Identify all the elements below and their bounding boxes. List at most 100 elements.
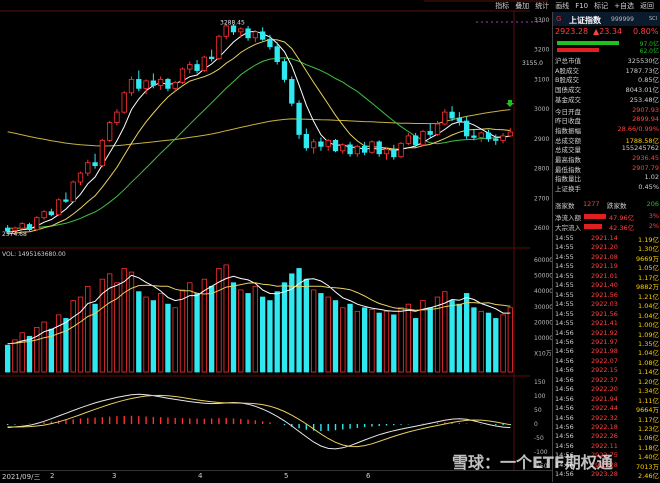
tick-time: 14:55 bbox=[555, 234, 574, 242]
price-axis-marker: 3155.0 bbox=[522, 60, 543, 67]
price-axis-label: 3000 bbox=[534, 106, 549, 113]
tick-time: 14:55 bbox=[555, 309, 574, 318]
volume-bar bbox=[114, 282, 120, 373]
toolbar-item-1[interactable]: 叠加 bbox=[515, 1, 529, 11]
volume-bar bbox=[143, 296, 149, 373]
toolbar-item-0[interactable]: 指标 bbox=[495, 1, 509, 11]
price-axis-label: 2700 bbox=[534, 195, 549, 202]
stat-label: 最高指数 bbox=[555, 156, 581, 164]
candle-body bbox=[303, 134, 310, 149]
tick-time: 14:55 bbox=[555, 252, 574, 261]
volume-bar bbox=[77, 296, 84, 373]
volume-bar bbox=[267, 300, 273, 373]
tick-row: 14:56 2921.94 1.11亿 bbox=[553, 394, 660, 405]
tick-row: 14:55 2921.20 1.30亿 bbox=[553, 243, 660, 253]
volume-bar bbox=[216, 268, 222, 373]
candle-body bbox=[318, 141, 324, 147]
candle-body bbox=[121, 92, 127, 113]
tick-row: 14:55 2921.14 1.19亿 bbox=[553, 234, 660, 244]
tick-price: 2922.37 bbox=[591, 375, 618, 384]
stat-value: 155245762 bbox=[621, 144, 659, 153]
candle-body bbox=[179, 68, 186, 83]
candle-body bbox=[208, 56, 215, 60]
tick-price: 2921.41 bbox=[591, 319, 618, 328]
tick-row: 14:56 2921.97 1.35亿 bbox=[553, 338, 660, 348]
volume-axis-label: 60000 bbox=[534, 257, 553, 264]
volume-bar bbox=[172, 307, 178, 373]
tick-row: 14:56 2922.20 1.34亿 bbox=[553, 385, 660, 395]
stat-row: 国债成交 8043.01亿 bbox=[553, 84, 660, 94]
volume-axis-label: 20000 bbox=[534, 319, 553, 326]
stat-row: 基金成交 253.48亿 bbox=[553, 94, 660, 104]
flow-pct: 2% bbox=[648, 222, 659, 230]
candle-body bbox=[150, 80, 157, 86]
stat-label: 总成交量 bbox=[555, 146, 581, 155]
volume-bar bbox=[259, 296, 266, 373]
tick-time: 14:56 bbox=[555, 394, 574, 403]
toolbar-item-2[interactable]: 统计 bbox=[535, 1, 549, 11]
candle-body bbox=[332, 139, 339, 152]
toolbar-item-4[interactable]: F10 bbox=[575, 2, 588, 10]
tick-row: 14:55 2921.01 1.17亿 bbox=[553, 272, 660, 282]
stat-label: 总成交额 bbox=[555, 136, 581, 145]
stat-label: A股成交 bbox=[555, 66, 579, 75]
candle-body bbox=[274, 46, 280, 62]
tick-price: 2921.98 bbox=[591, 347, 618, 356]
volume-bar bbox=[493, 318, 499, 373]
volume-bar bbox=[165, 303, 171, 373]
stat-row: 最高指数 2936.45 bbox=[553, 154, 660, 164]
tick-time: 14:55 bbox=[555, 300, 574, 309]
candle-body bbox=[106, 122, 113, 141]
tick-row: 14:55 2921.19 1.05亿 bbox=[553, 262, 660, 272]
flow-bar-2-value: 62.0亿 bbox=[639, 48, 659, 55]
tick-time: 14:56 bbox=[555, 328, 574, 337]
toolbar-item-6[interactable]: +自选 bbox=[614, 1, 634, 11]
candle-body bbox=[99, 139, 106, 167]
stat-value: 325530亿 bbox=[627, 57, 659, 65]
toolbar-item-3[interactable]: 画线 bbox=[555, 1, 569, 11]
stat-row: 上证换手 0.45% bbox=[553, 183, 660, 194]
candle-body bbox=[361, 145, 368, 153]
stat-label: 上证换手 bbox=[555, 185, 581, 194]
volume-bar bbox=[318, 293, 324, 373]
tick-row: 14:55 2921.56 1.21亿 bbox=[553, 290, 660, 301]
tick-price: 2922.20 bbox=[591, 385, 618, 394]
up-count: 1277 bbox=[583, 200, 600, 208]
volume-bar bbox=[70, 300, 76, 373]
volume-bar bbox=[281, 282, 288, 373]
volume-bar bbox=[179, 289, 186, 373]
volume-bar bbox=[136, 291, 142, 373]
panel-title: G 上证指数 999999 SCI bbox=[553, 12, 660, 26]
flow-bar-2 bbox=[557, 48, 599, 52]
stat-value: 1788.58亿 bbox=[625, 136, 659, 145]
volume-bar bbox=[332, 300, 339, 373]
low-label: 2574.68 bbox=[2, 231, 27, 238]
index-name[interactable]: 上证指数 bbox=[569, 15, 601, 26]
volume-bar bbox=[238, 289, 244, 373]
volume-bar bbox=[310, 289, 317, 373]
price-axis-label: 2600 bbox=[534, 225, 549, 232]
flow-row: 净流入额 47.96亿 3% bbox=[553, 212, 660, 222]
candle-body bbox=[143, 80, 149, 89]
date-label: 2 bbox=[50, 472, 55, 480]
tick-price: 2922.44 bbox=[591, 404, 618, 413]
tick-price: 2922.32 bbox=[591, 413, 618, 422]
tick-row: 14:56 2921.92 1.09亿 bbox=[553, 328, 660, 339]
stat-row: 今日开盘 2907.93 bbox=[553, 106, 660, 116]
tick-time: 14:55 bbox=[555, 290, 574, 299]
volume-bar bbox=[208, 285, 215, 373]
volume-bar bbox=[201, 278, 208, 373]
tick-row: 14:56 2922.26 1.06亿 bbox=[553, 432, 660, 442]
toolbar-item-5[interactable]: 标记 bbox=[594, 1, 608, 11]
watermark: 雪球：一个ETF期权通 bbox=[452, 453, 613, 472]
candle-body bbox=[34, 217, 40, 230]
stat-label: 基金成交 bbox=[555, 95, 581, 104]
stat-label: 今日开盘 bbox=[555, 107, 581, 116]
tick-row: 14:56 2921.98 1.04亿 bbox=[553, 347, 660, 357]
candle-body bbox=[354, 145, 361, 155]
tick-price: 2922.18 bbox=[591, 423, 618, 431]
toolbar-item-7[interactable]: 返回 bbox=[640, 1, 654, 11]
candle-body bbox=[376, 141, 382, 155]
candle-body bbox=[449, 111, 455, 119]
candle-body bbox=[230, 25, 237, 33]
